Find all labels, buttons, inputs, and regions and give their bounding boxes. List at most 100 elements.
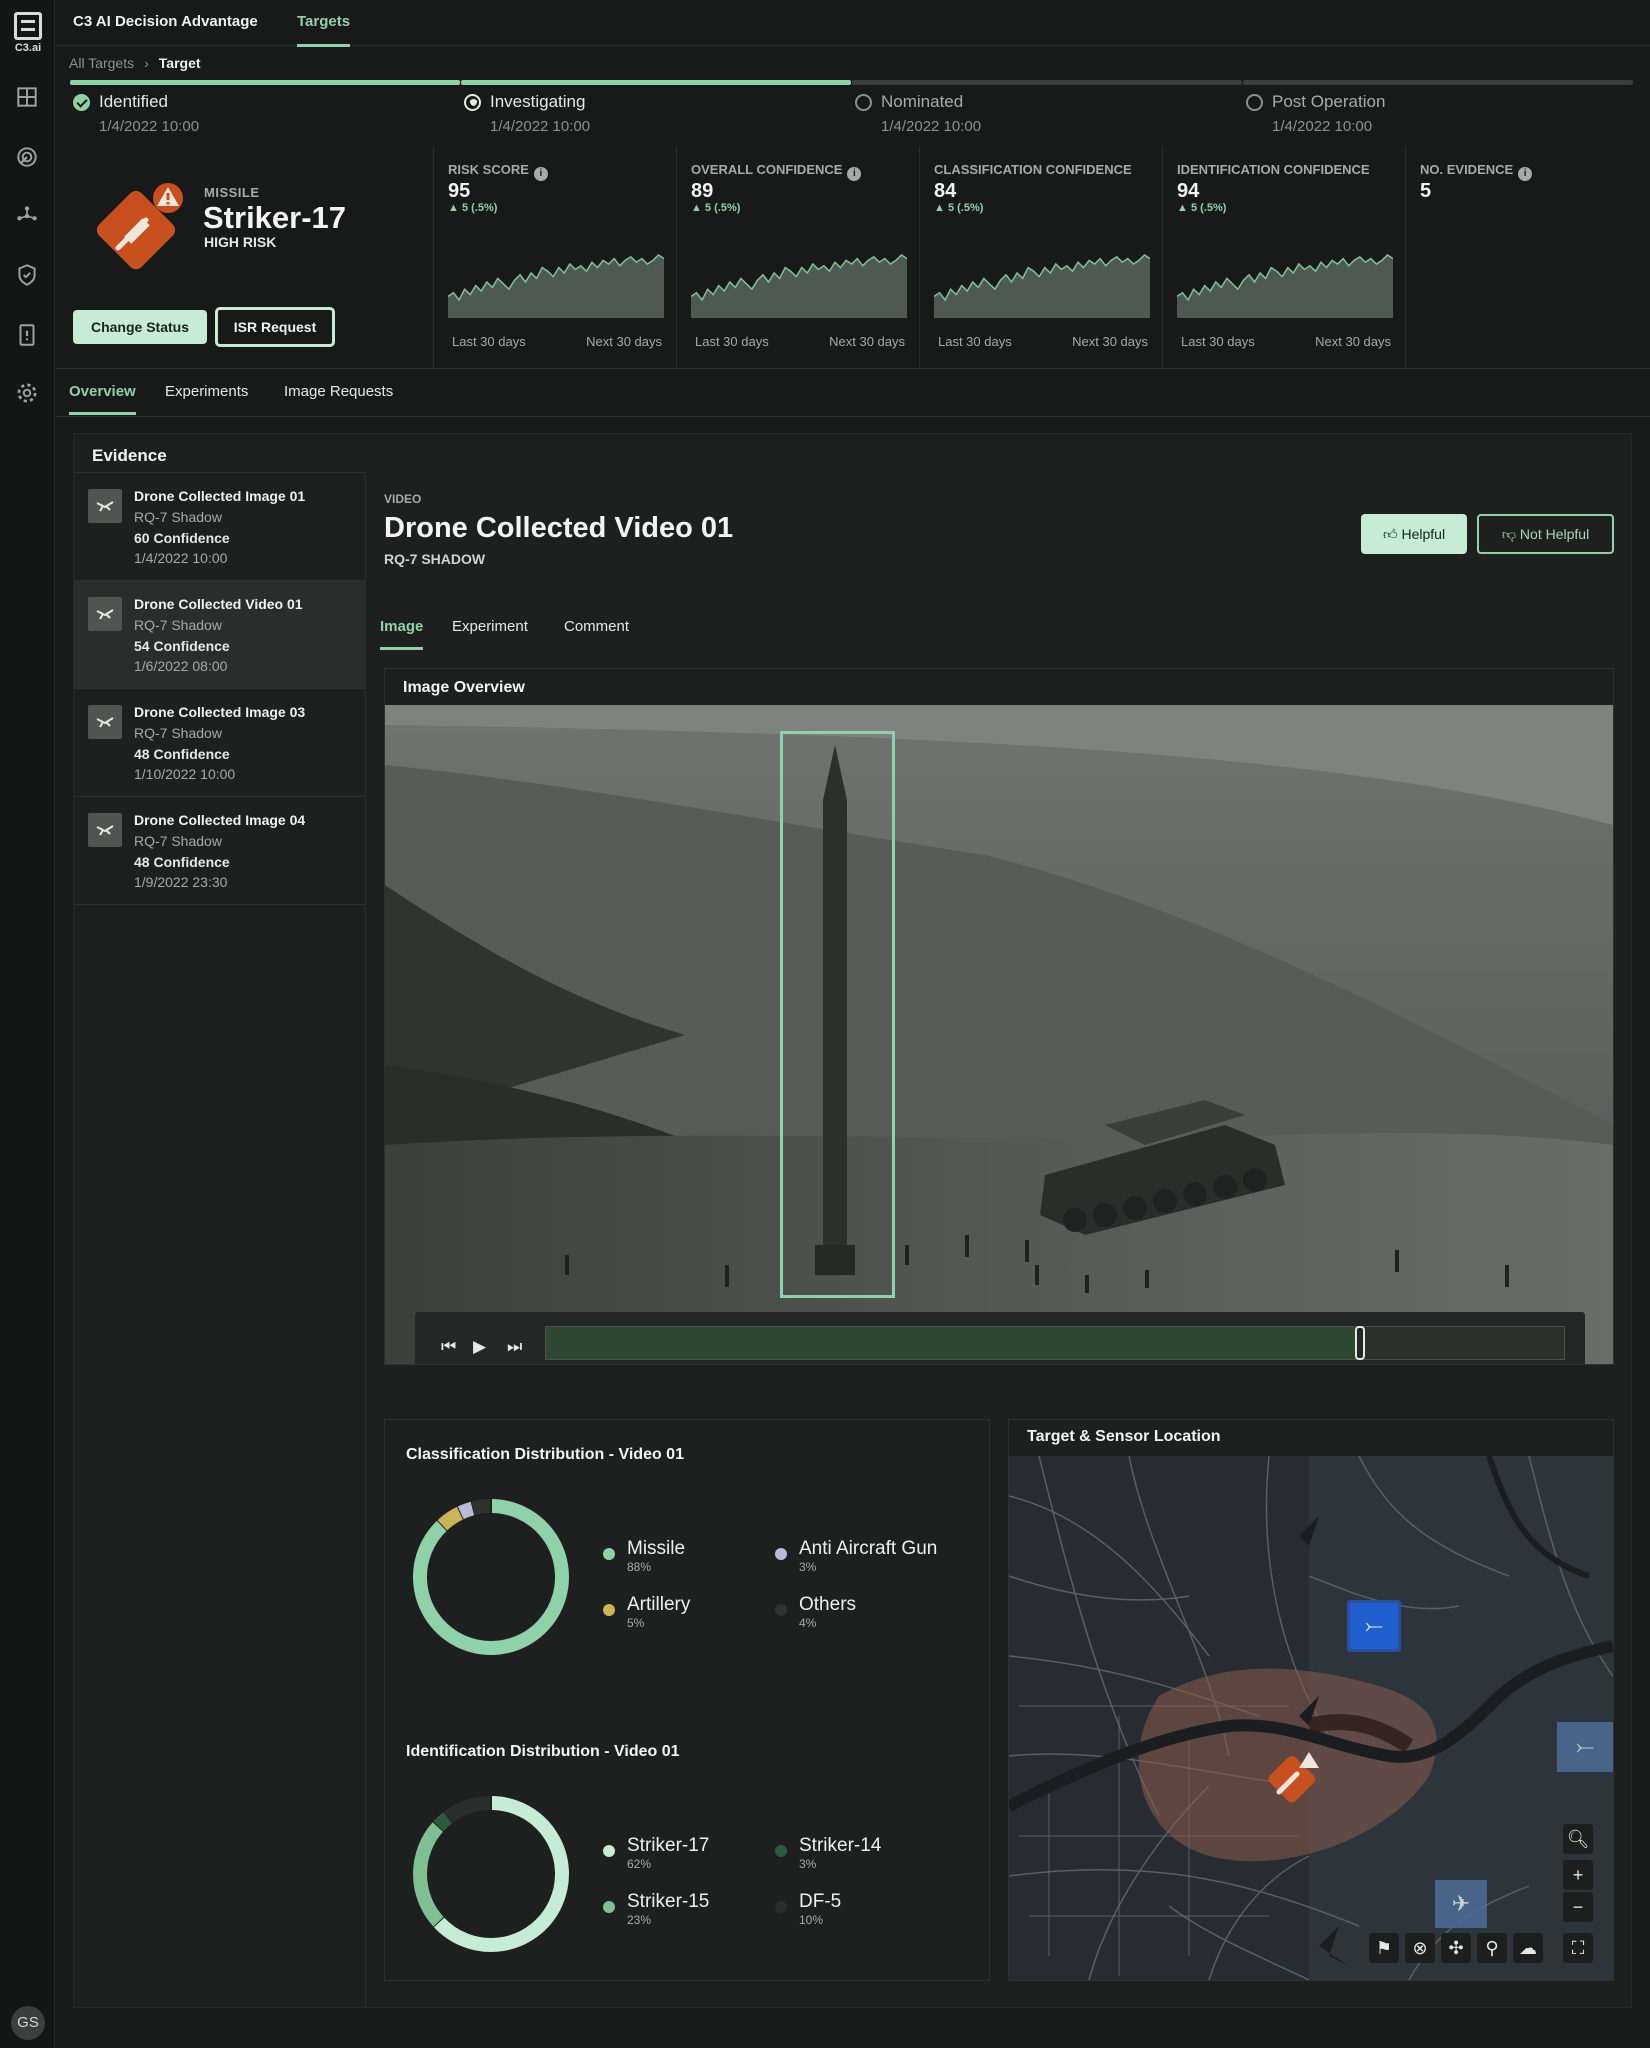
- donut-slice-striker-17: [433, 1796, 569, 1952]
- step-bar: [1243, 80, 1633, 85]
- tab-overview[interactable]: Overview: [69, 383, 136, 415]
- metric-label-text: OVERALL CONFIDENCE: [691, 162, 843, 177]
- axis-label-left: Last 30 days: [452, 334, 526, 349]
- drone-filter-icon[interactable]: ✣: [1441, 1933, 1471, 1963]
- skip-forward-icon[interactable]: ⏭: [507, 1337, 522, 1357]
- radio-empty-icon: [855, 93, 872, 111]
- evidence-title-text: Drone Collected Image 04: [134, 812, 306, 828]
- sparkline-area: [934, 255, 1150, 318]
- breadcrumb: All Targets › Target: [69, 55, 201, 71]
- drone-sensor-marker-icon[interactable]: ⤚: [1557, 1722, 1613, 1772]
- evidence-item[interactable]: Drone Collected Image 03 RQ-7 Shadow 48 …: [74, 689, 365, 797]
- donut-slice-artillery: [437, 1506, 464, 1531]
- metric-label: IDENTIFICATION CONFIDENCE: [1177, 162, 1370, 177]
- breadcrumb-current: Target: [158, 55, 201, 71]
- tab-comment[interactable]: Comment: [564, 618, 629, 635]
- target-missile-marker-icon[interactable]: [1259, 1748, 1323, 1812]
- classification-title: Classification Distribution - Video 01: [406, 1446, 684, 1463]
- axis-label-right: Next 30 days: [829, 334, 905, 349]
- evidence-item[interactable]: Drone Collected Image 04 RQ-7 Shadow 48 …: [74, 797, 365, 905]
- legend-pct: 62%: [627, 1857, 652, 1871]
- thumbs-down-icon: 👎︎: [1501, 525, 1517, 542]
- legend-dot: [775, 1548, 787, 1560]
- video-frame[interactable]: ⏮ ▶ ⏭: [385, 705, 1613, 1364]
- metric-delta: ▲ 5 (.5%): [1177, 202, 1227, 214]
- evidence-list: Drone Collected Image 01 RQ-7 Shadow 60 …: [74, 472, 366, 2009]
- aircraft-marker-icon[interactable]: ✈: [1435, 1880, 1487, 1928]
- step-date: 1/4/2022 10:00: [881, 118, 982, 135]
- step-post-operation: Post Operation 1/4/2022 10:00: [1243, 80, 1633, 135]
- nav-tab-targets[interactable]: Targets: [297, 13, 351, 47]
- evidence-item[interactable]: Drone Collected Image 01 RQ-7 Shadow 60 …: [74, 473, 365, 581]
- sparkline-area: [691, 255, 907, 318]
- missile-warning-icon: [96, 183, 183, 270]
- legend-name: Others: [799, 1594, 857, 1615]
- flag-icon[interactable]: ⚑: [1369, 1933, 1399, 1963]
- tab-image-requests[interactable]: Image Requests: [284, 383, 393, 400]
- metric-value: 84: [934, 180, 957, 202]
- change-status-button[interactable]: Change Status: [73, 310, 207, 344]
- skip-back-icon[interactable]: ⏮: [441, 1337, 456, 1357]
- c3-logo[interactable]: C3.ai: [12, 12, 44, 54]
- radar-icon[interactable]: [14, 144, 40, 170]
- pin-icon[interactable]: ⚲: [1477, 1933, 1507, 1963]
- play-icon[interactable]: ▶: [473, 1337, 486, 1357]
- target-sensor-map[interactable]: ⤚ ⤚ ✈ 🔍︎ + − ⚑ ⊗ ✣ ⚲ ☁ ⛶: [1009, 1456, 1613, 1980]
- not-helpful-label: Not Helpful: [1519, 525, 1590, 542]
- evidence-confidence: 48 Confidence: [134, 854, 230, 870]
- step-label: Post Operation: [1272, 92, 1386, 111]
- sparkline-chart: [448, 254, 664, 318]
- drone-sensor-marker-icon[interactable]: ⤚: [1347, 1600, 1401, 1652]
- logo-text: C3.ai: [14, 42, 42, 54]
- tab-image[interactable]: Image: [380, 618, 424, 650]
- video-timeline[interactable]: [545, 1326, 1565, 1360]
- tab-experiment[interactable]: Experiment: [452, 618, 528, 635]
- close-circle-icon[interactable]: ⊗: [1405, 1933, 1435, 1963]
- metric-value: 95: [448, 180, 471, 202]
- report-icon[interactable]: [14, 322, 40, 348]
- sparkline-area: [1177, 255, 1393, 318]
- axis-label-left: Last 30 days: [938, 334, 1012, 349]
- metric-label: NO. EVIDENCE i: [1420, 162, 1533, 181]
- zoom-search-icon[interactable]: 🔍︎: [1563, 1824, 1593, 1854]
- breadcrumb-all-targets[interactable]: All Targets: [69, 55, 134, 71]
- metric-delta: ▲ 5 (.5%): [691, 202, 741, 214]
- weather-icon[interactable]: ☁: [1513, 1933, 1543, 1963]
- video-scene-image: [385, 705, 1613, 1364]
- info-icon[interactable]: i: [533, 167, 548, 181]
- info-icon[interactable]: i: [1518, 167, 1533, 181]
- dashboard-icon[interactable]: [14, 84, 40, 110]
- gear-icon[interactable]: [14, 380, 40, 406]
- user-avatar[interactable]: GS: [11, 2006, 45, 2040]
- app-root: C3.ai GS C3 AI Decision Advantage Target…: [0, 0, 1650, 2048]
- video-player-controls: ⏮ ▶ ⏭: [415, 1312, 1585, 1364]
- step-date: 1/4/2022 10:00: [1272, 118, 1373, 135]
- timeline-handle[interactable]: [1355, 1326, 1366, 1360]
- legend-dot: [775, 1604, 787, 1616]
- zoom-in-icon[interactable]: +: [1563, 1860, 1593, 1890]
- network-icon[interactable]: [14, 202, 40, 228]
- info-icon[interactable]: i: [847, 167, 862, 181]
- metric-label-text: NO. EVIDENCE: [1420, 162, 1514, 177]
- radio-empty-icon: [1246, 93, 1263, 111]
- helpful-button[interactable]: 👍︎ Helpful: [1361, 514, 1467, 554]
- isr-request-button[interactable]: ISR Request: [215, 307, 335, 347]
- legend-name: Artillery: [627, 1594, 691, 1615]
- helpful-label: Helpful: [1401, 525, 1446, 542]
- metric-label: RISK SCORE i: [448, 162, 548, 181]
- zoom-out-icon[interactable]: −: [1563, 1892, 1593, 1922]
- step-nominated: Nominated 1/4/2022 10:00: [852, 80, 1242, 135]
- distribution-panel: Classification Distribution - Video 01 M…: [384, 1419, 990, 1981]
- evidence-item-selected[interactable]: Drone Collected Video 01 RQ-7 Shadow 54 …: [74, 581, 365, 689]
- tab-experiments[interactable]: Experiments: [165, 383, 248, 400]
- legend-pct: 88%: [627, 1560, 652, 1574]
- detection-bounding-box[interactable]: [780, 731, 895, 1298]
- metric-value: 89: [691, 180, 714, 202]
- shield-icon[interactable]: [14, 262, 40, 288]
- timeline-progress: [546, 1327, 1361, 1359]
- metric-label-text: RISK SCORE: [448, 162, 529, 177]
- metric-label-text: IDENTIFICATION CONFIDENCE: [1177, 162, 1370, 177]
- fullscreen-icon[interactable]: ⛶: [1563, 1933, 1593, 1963]
- not-helpful-button[interactable]: 👎︎ Not Helpful: [1477, 514, 1614, 554]
- sparkline-chart: [934, 254, 1150, 318]
